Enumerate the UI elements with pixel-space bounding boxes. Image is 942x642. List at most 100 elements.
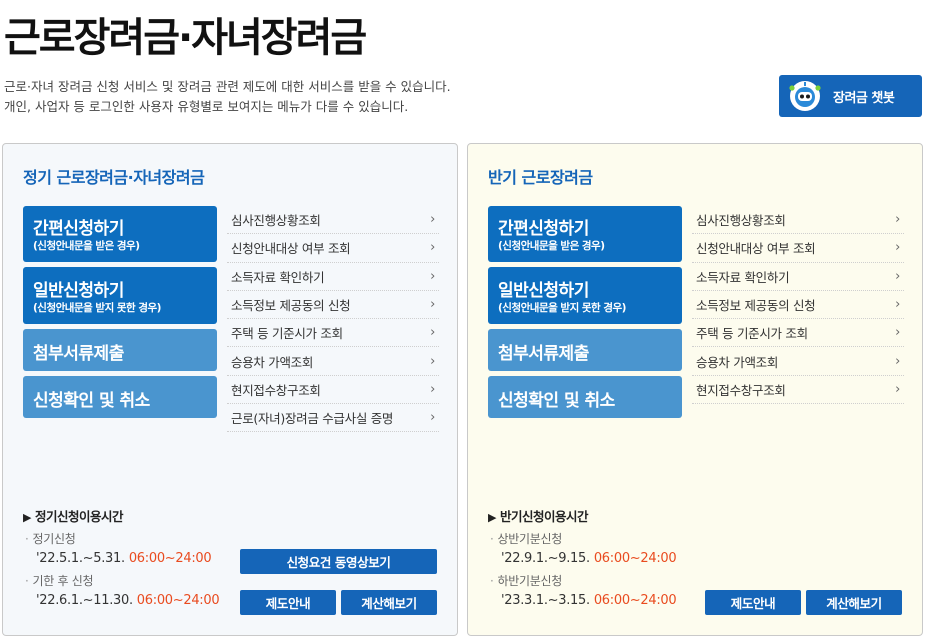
hours-time: 06:00~24:00 xyxy=(128,551,212,566)
menu-item[interactable]: 소득자료 확인하기 › xyxy=(227,263,439,291)
menu-item[interactable]: 승용차 가액조회 › xyxy=(692,347,904,376)
half-menu-list: 심사진행상황조회 › 신청안내대상 여부 조회 › 소득자료 확인하기 › 소득정보 … xyxy=(692,206,904,405)
chevron-right-icon: › xyxy=(895,297,900,313)
chevron-right-icon: › xyxy=(895,268,900,284)
regular-panel: 정기 근로장려금·자녀장려금 간편신청하기 (신청안내문을 받은 경우) 일반신… xyxy=(2,143,458,636)
hours-label: 상반기분신청 xyxy=(490,530,676,549)
menu-item[interactable]: 심사진행상황조회 › xyxy=(692,206,904,235)
chevron-right-icon: › xyxy=(430,268,435,284)
menu-item[interactable]: 승용차 가액조회 › xyxy=(227,347,439,376)
page-description: 근로·자녀 장려금 신청 서비스 및 장려금 관련 제도에 대한 서비스를 받을… xyxy=(4,77,451,117)
menu-item[interactable]: 소득정보 제공동의 신청 › xyxy=(227,291,439,320)
calculate-button[interactable]: 계산해보기 xyxy=(341,590,437,615)
chevron-right-icon: › xyxy=(430,212,435,228)
button-label: 첨부서류제출 xyxy=(33,344,124,364)
menu-item-label: 주택 등 기준시가 조회 xyxy=(696,326,808,342)
menu-item[interactable]: 소득정보 제공동의 신청 › xyxy=(692,291,904,320)
hours-dates: '22.6.1.~11.30. xyxy=(36,593,133,608)
simple-apply-button[interactable]: 간편신청하기 (신청안내문을 받은 경우) xyxy=(23,206,217,262)
hours-time: 06:00~24:00 xyxy=(593,593,677,608)
menu-item-label: 소득정보 제공동의 신청 xyxy=(231,298,351,314)
menu-item[interactable]: 근로(자녀)장려금 수급사실 증명 › xyxy=(227,404,439,433)
page-title: 근로장려금·자녀장려금 xyxy=(4,15,367,61)
chevron-right-icon: › xyxy=(430,410,435,426)
menu-item[interactable]: 현지접수창구조회 › xyxy=(692,376,904,405)
robot-icon xyxy=(787,80,823,112)
hours-entry: 정기신청 '22.5.1.~5.31.06:00~24:00 xyxy=(25,530,212,568)
button-label: 신청확인 및 취소 xyxy=(498,391,615,411)
menu-item[interactable]: 신청안내대상 여부 조회 › xyxy=(227,234,439,263)
button-label: 첨부서류제출 xyxy=(498,344,589,364)
menu-item[interactable]: 심사진행상황조회 › xyxy=(227,206,439,235)
confirm-cancel-button[interactable]: 신청확인 및 취소 xyxy=(488,376,682,418)
panel-title: 반기 근로장려금 xyxy=(488,168,593,187)
attach-documents-button[interactable]: 첨부서류제출 xyxy=(23,329,217,371)
hours-title: ▶ 반기신청이용시간 xyxy=(488,506,588,525)
chevron-right-icon: › xyxy=(430,297,435,313)
chatbot-button[interactable]: 장려금 챗봇 xyxy=(779,75,922,117)
menu-item-label: 근로(자녀)장려금 수급사실 증명 xyxy=(231,411,394,427)
menu-item-label: 소득정보 제공동의 신청 xyxy=(696,298,816,314)
menu-item-label: 주택 등 기준시가 조회 xyxy=(231,326,343,342)
simple-apply-button[interactable]: 간편신청하기 (신청안내문을 받은 경우) xyxy=(488,206,682,262)
hours-dates: '22.9.1.~9.15. xyxy=(501,551,590,566)
hours-label: 하반기분신청 xyxy=(490,572,676,591)
hours-title-text: 정기신청이용시간 xyxy=(34,509,124,524)
half-year-panel: 반기 근로장려금 간편신청하기 (신청안내문을 받은 경우) 일반신청하기 (신… xyxy=(467,143,923,636)
chevron-right-icon: › xyxy=(895,381,900,397)
menu-item[interactable]: 신청안내대상 여부 조회 › xyxy=(692,234,904,263)
calculate-button[interactable]: 계산해보기 xyxy=(806,590,902,615)
button-sublabel: (신청안내문을 받지 못한 경우) xyxy=(33,302,161,314)
hours-entry: 하반기분신청 '23.3.1.~3.15.06:00~24:00 xyxy=(490,572,677,610)
menu-item-label: 현지접수창구조회 xyxy=(231,382,321,398)
chevron-right-icon: › xyxy=(430,325,435,341)
video-button[interactable]: 신청요건 동영상보기 xyxy=(240,549,437,574)
button-label: 신청확인 및 취소 xyxy=(33,391,150,411)
chevron-right-icon: › xyxy=(430,353,435,369)
chevron-right-icon: › xyxy=(430,381,435,397)
hours-dates: '23.3.1.~3.15. xyxy=(501,593,590,608)
chevron-right-icon: › xyxy=(895,212,900,228)
hours-label: 정기신청 xyxy=(25,530,211,549)
general-apply-button[interactable]: 일반신청하기 (신청안내문을 받지 못한 경우) xyxy=(488,267,682,324)
chatbot-label: 장려금 챗봇 xyxy=(833,90,895,106)
menu-item-label: 소득자료 확인하기 xyxy=(696,269,790,285)
description-line: 개인, 사업자 등 로그인한 사용자 유형별로 보여지는 메뉴가 다를 수 있습… xyxy=(4,99,409,114)
menu-item-label: 심사진행상황조회 xyxy=(231,213,321,229)
menu-item[interactable]: 주택 등 기준시가 조회 › xyxy=(692,319,904,348)
hours-time: 06:00~24:00 xyxy=(136,593,220,608)
hours-entry: 기한 후 신청 '22.6.1.~11.30.06:00~24:00 xyxy=(25,572,220,610)
button-sublabel: (신청안내문을 받지 못한 경우) xyxy=(498,302,626,314)
chevron-right-icon: › xyxy=(895,353,900,369)
triangle-right-icon: ▶ xyxy=(488,511,496,524)
menu-item-label: 승용차 가액조회 xyxy=(696,354,779,370)
guide-button[interactable]: 제도안내 xyxy=(240,590,336,615)
button-label: 간편신청하기 xyxy=(33,219,124,239)
button-sublabel: (신청안내문을 받은 경우) xyxy=(498,240,605,252)
hours-title: ▶ 정기신청이용시간 xyxy=(23,506,123,525)
chevron-right-icon: › xyxy=(895,240,900,256)
button-label: 일반신청하기 xyxy=(498,281,589,301)
menu-item[interactable]: 현지접수창구조회 › xyxy=(227,376,439,405)
hours-time: 06:00~24:00 xyxy=(593,551,677,566)
triangle-right-icon: ▶ xyxy=(23,511,31,524)
hours-dates: '22.5.1.~5.31. xyxy=(36,551,125,566)
hours-entry: 상반기분신청 '22.9.1.~9.15.06:00~24:00 xyxy=(490,530,677,568)
menu-item-label: 승용차 가액조회 xyxy=(231,354,314,370)
menu-item[interactable]: 소득자료 확인하기 › xyxy=(692,263,904,291)
button-sublabel: (신청안내문을 받은 경우) xyxy=(33,240,140,252)
guide-button[interactable]: 제도안내 xyxy=(705,590,801,615)
button-label: 간편신청하기 xyxy=(498,219,589,239)
description-line: 근로·자녀 장려금 신청 서비스 및 장려금 관련 제도에 대한 서비스를 받을… xyxy=(4,79,451,94)
confirm-cancel-button[interactable]: 신청확인 및 취소 xyxy=(23,376,217,418)
chevron-right-icon: › xyxy=(895,325,900,341)
menu-item-label: 심사진행상황조회 xyxy=(696,213,786,229)
panel-title: 정기 근로장려금·자녀장려금 xyxy=(23,168,205,187)
hours-title-text: 반기신청이용시간 xyxy=(499,509,589,524)
menu-item[interactable]: 주택 등 기준시가 조회 › xyxy=(227,319,439,348)
menu-item-label: 신청안내대상 여부 조회 xyxy=(696,241,816,257)
regular-menu-list: 심사진행상황조회 › 신청안내대상 여부 조회 › 소득자료 확인하기 › 소득정보 … xyxy=(227,206,439,433)
chevron-right-icon: › xyxy=(430,240,435,256)
attach-documents-button[interactable]: 첨부서류제출 xyxy=(488,329,682,371)
general-apply-button[interactable]: 일반신청하기 (신청안내문을 받지 못한 경우) xyxy=(23,267,217,324)
